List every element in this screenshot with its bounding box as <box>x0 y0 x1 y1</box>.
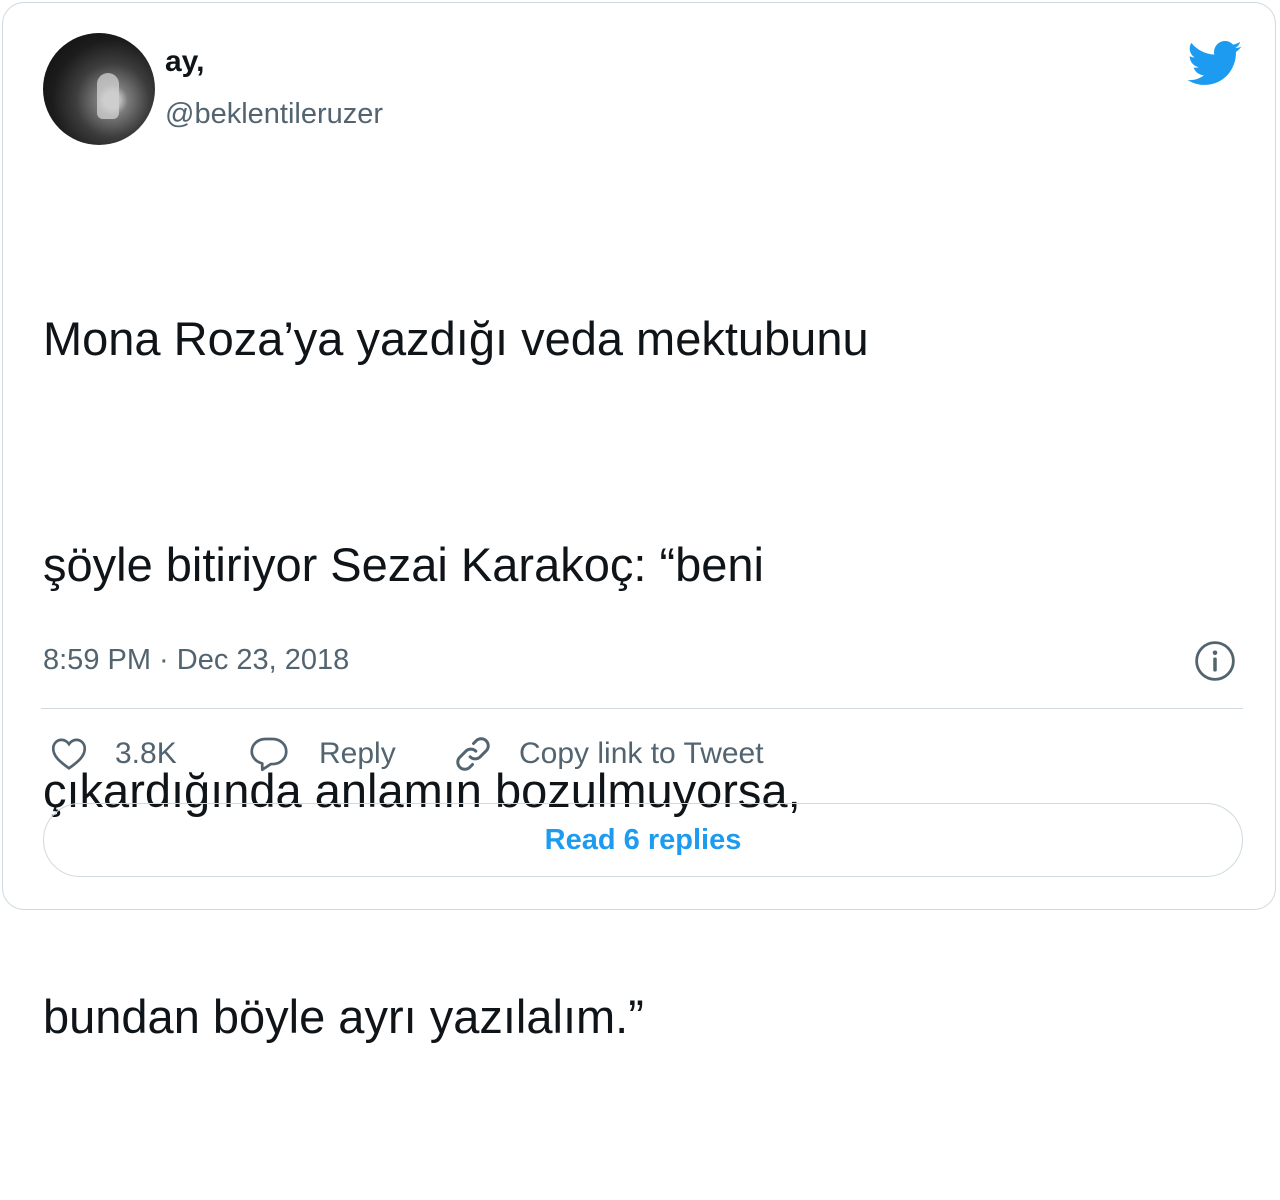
heart-icon <box>51 738 87 770</box>
author-display-name[interactable]: ay, <box>165 43 204 81</box>
copy-link-label: Copy link to Tweet <box>519 737 764 770</box>
author-handle[interactable]: @beklentileruzer <box>165 95 383 133</box>
twitter-bird-icon[interactable] <box>1187 41 1243 87</box>
reply-button[interactable]: Reply <box>249 731 396 777</box>
read-replies-button[interactable]: Read 6 replies <box>43 803 1243 877</box>
like-button[interactable]: 3.8K <box>51 731 177 777</box>
reply-label: Reply <box>319 737 396 770</box>
tweet-text: Mona Roza’ya yazdığı veda mektubunu şöyl… <box>43 183 1263 1200</box>
link-icon <box>456 737 490 771</box>
tweet-card: ay, @beklentileruzer Mona Roza’ya yazdığ… <box>2 2 1276 1043</box>
tweet-text-line: Mona Roza’ya yazdığı veda mektubunu <box>43 312 869 365</box>
info-icon[interactable] <box>1194 640 1236 682</box>
speech-bubble-icon <box>250 737 288 772</box>
tweet-text-line: bundan böyle ayrı yazılalım.” <box>43 990 644 1043</box>
tweet-text-line: şöyle bitiriyor Sezai Karakoç: “beni <box>43 538 764 591</box>
avatar[interactable] <box>43 33 155 145</box>
divider <box>41 708 1243 709</box>
like-count: 3.8K <box>115 737 177 770</box>
tweet-timestamp[interactable]: 8:59 PM · Dec 23, 2018 <box>43 641 349 679</box>
copy-link-button[interactable]: Copy link to Tweet <box>453 731 764 777</box>
avatar-figure <box>97 73 119 119</box>
